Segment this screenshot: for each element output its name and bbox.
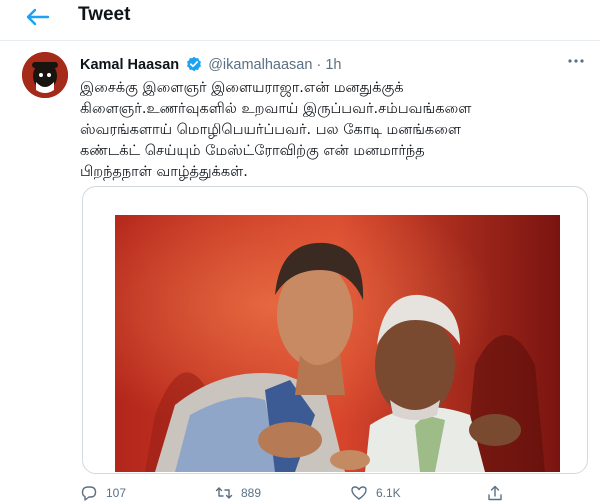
author-name[interactable]: Kamal Haasan (80, 57, 179, 73)
avatar[interactable] (22, 52, 68, 98)
heart-icon (351, 486, 367, 500)
retweet-count: 889 (241, 486, 262, 500)
tweet-text: இசைக்கு இளைஞர் இளையராஜா.என் மனதுக்குக் க… (80, 80, 472, 180)
verified-badge-icon (187, 56, 202, 72)
avatar-image (22, 52, 68, 98)
like-count: 6.1K (376, 486, 401, 500)
tweet-media-card[interactable] (82, 186, 588, 474)
reply-icon (81, 486, 97, 501)
arrow-left-icon[interactable] (24, 6, 50, 28)
retweet-icon (215, 487, 233, 499)
tweet-photo[interactable] (115, 215, 560, 472)
author-handle[interactable]: @ikamalhaasan (208, 57, 312, 73)
like-action[interactable]: 6.1K (350, 484, 401, 502)
tweet-timestamp[interactable]: 1h (325, 57, 341, 73)
retweet-action[interactable]: 889 (215, 484, 261, 502)
page-title: Tweet (78, 4, 131, 25)
share-icon (488, 485, 502, 501)
separator-dot: · (316, 57, 322, 73)
top-bar: Tweet (0, 0, 600, 41)
tweet-actions: 107 889 6.1K (80, 484, 600, 502)
more-options-icon[interactable] (566, 54, 586, 68)
reply-action[interactable]: 107 (80, 484, 126, 502)
reply-count: 107 (106, 486, 127, 500)
author-row: Kamal Haasan @ikamalhaasan · 1h (80, 56, 341, 73)
share-action[interactable] (486, 484, 504, 502)
